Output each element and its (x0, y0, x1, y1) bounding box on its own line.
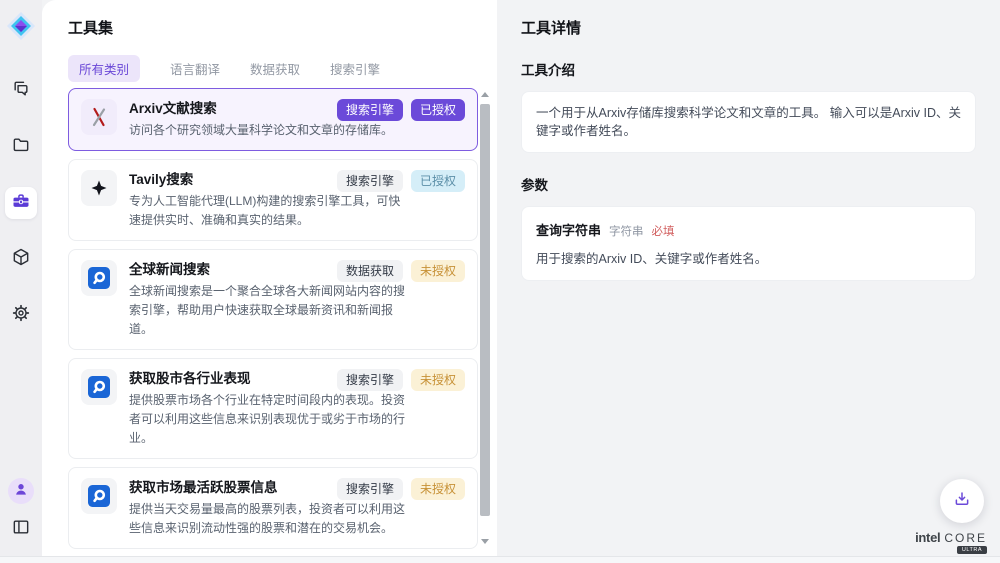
tool-details-panel: 工具详情 工具介绍 一个用于从Arxiv存储库搜索科学论文和文章的工具。 输入可… (497, 0, 1000, 556)
window-bottom-edge (0, 556, 1000, 563)
intro-text: 一个用于从Arxiv存储库搜索科学论文和文章的工具。 输入可以是Arxiv ID… (536, 106, 961, 138)
auth-status-badge: 未授权 (411, 478, 465, 500)
tab-language-translation[interactable]: 语言翻译 (170, 55, 220, 82)
list-scrollbar[interactable] (479, 88, 491, 546)
juhe-search-icon (81, 369, 117, 405)
auth-status-badge: 已授权 (411, 99, 465, 121)
ultra-badge: ultra (957, 546, 987, 554)
rail-nav (5, 75, 37, 331)
toolbox-icon (11, 191, 31, 216)
intel-core-logo: intel core ultra (915, 530, 987, 554)
scrollbar-thumb[interactable] (480, 104, 490, 516)
auth-status-badge: 未授权 (411, 369, 465, 391)
toolset-panel: 工具集 所有类别 语言翻译 数据获取 搜索引擎 Arxiv文献搜索 访问各个研究… (42, 0, 497, 556)
gear-icon (11, 303, 31, 328)
intro-card: 一个用于从Arxiv存储库搜索科学论文和文章的工具。 输入可以是Arxiv ID… (521, 91, 976, 153)
scrollbar-up-arrow[interactable] (481, 92, 489, 97)
tavily-icon (81, 170, 117, 206)
tab-data-fetch[interactable]: 数据获取 (250, 55, 300, 82)
app-logo (6, 11, 36, 41)
collapse-sidebar-button[interactable] (8, 516, 34, 542)
tool-description: 提供股票市场各个行业在特定时间段内的表现。投资者可以利用这些信息来识别表现优于或… (129, 391, 409, 448)
folder-icon (11, 135, 31, 160)
category-badge: 搜索引擎 (337, 99, 403, 121)
param-description: 用于搜索的Arxiv ID、关键字或作者姓名。 (536, 248, 961, 267)
page-title: 工具集 (68, 17, 497, 38)
rail-bottom (8, 478, 34, 542)
tab-search-engine[interactable]: 搜索引擎 (330, 55, 380, 82)
juhe-search-icon (81, 478, 117, 514)
download-button[interactable] (940, 479, 984, 523)
intro-heading: 工具介绍 (521, 59, 976, 79)
auth-status-badge: 已授权 (411, 170, 465, 192)
icon-rail (0, 0, 42, 556)
sidebar-item-settings[interactable] (5, 299, 37, 331)
param-type: 字符串 (609, 223, 644, 239)
panel-layout-icon (11, 517, 31, 542)
param-name: 查询字符串 (536, 220, 601, 239)
chat-icon (11, 79, 31, 104)
details-title: 工具详情 (521, 17, 976, 38)
sidebar-item-chat[interactable] (5, 75, 37, 107)
tool-description: 专为人工智能代理(LLM)构建的搜索引擎工具，可快速提供实时、准确和真实的结果。 (129, 192, 409, 230)
avatar-icon (12, 480, 30, 503)
scrollbar-down-arrow[interactable] (481, 539, 489, 544)
sidebar-item-models[interactable] (5, 243, 37, 275)
tool-card-sector-performance[interactable]: 获取股市各行业表现 提供股票市场各个行业在特定时间段内的表现。投资者可以利用这些… (68, 358, 478, 459)
tool-card-arxiv[interactable]: Arxiv文献搜索 访问各个研究领域大量科学论文和文章的存储库。 搜索引擎 已授… (68, 88, 478, 151)
auth-status-badge: 未授权 (411, 260, 465, 282)
arxiv-icon (81, 99, 117, 135)
download-icon (953, 490, 971, 513)
core-wordmark: core (944, 531, 987, 545)
sidebar-item-files[interactable] (5, 131, 37, 163)
category-badge: 搜索引擎 (337, 170, 403, 192)
tool-card-global-news[interactable]: 全球新闻搜索 全球新闻搜索是一个聚合全球各大新闻网站内容的搜索引擎，帮助用户快速… (68, 249, 478, 350)
params-heading: 参数 (521, 174, 976, 194)
user-avatar[interactable] (8, 478, 34, 504)
category-tabs: 所有类别 语言翻译 数据获取 搜索引擎 (68, 55, 497, 82)
category-badge: 搜索引擎 (337, 478, 403, 500)
param-card: 查询字符串 字符串 必填 用于搜索的Arxiv ID、关键字或作者姓名。 (521, 206, 976, 281)
cube-icon (11, 247, 31, 272)
intel-wordmark: intel (915, 530, 940, 545)
sidebar-item-toolbox[interactable] (5, 187, 37, 219)
tool-list: Arxiv文献搜索 访问各个研究领域大量科学论文和文章的存储库。 搜索引擎 已授… (68, 88, 478, 550)
tool-description: 全球新闻搜索是一个聚合全球各大新闻网站内容的搜索引擎，帮助用户快速获取全球最新资… (129, 282, 409, 339)
juhe-search-icon (81, 260, 117, 296)
category-badge: 搜索引擎 (337, 369, 403, 391)
param-required-flag: 必填 (652, 223, 675, 239)
category-badge: 数据获取 (337, 260, 403, 282)
tool-card-most-active-stocks[interactable]: 获取市场最活跃股票信息 提供当天交易量最高的股票列表，投资者可以利用这些信息来识… (68, 467, 478, 549)
tool-description: 访问各个研究领域大量科学论文和文章的存储库。 (129, 121, 393, 140)
tool-card-tavily[interactable]: Tavily搜索 专为人工智能代理(LLM)构建的搜索引擎工具，可快速提供实时、… (68, 159, 478, 241)
tab-all-categories[interactable]: 所有类别 (68, 55, 140, 82)
app-window: 工具集 所有类别 语言翻译 数据获取 搜索引擎 Arxiv文献搜索 访问各个研究… (0, 0, 1000, 563)
tool-description: 提供当天交易量最高的股票列表，投资者可以利用这些信息来识别流动性强的股票和潜在的… (129, 500, 409, 538)
